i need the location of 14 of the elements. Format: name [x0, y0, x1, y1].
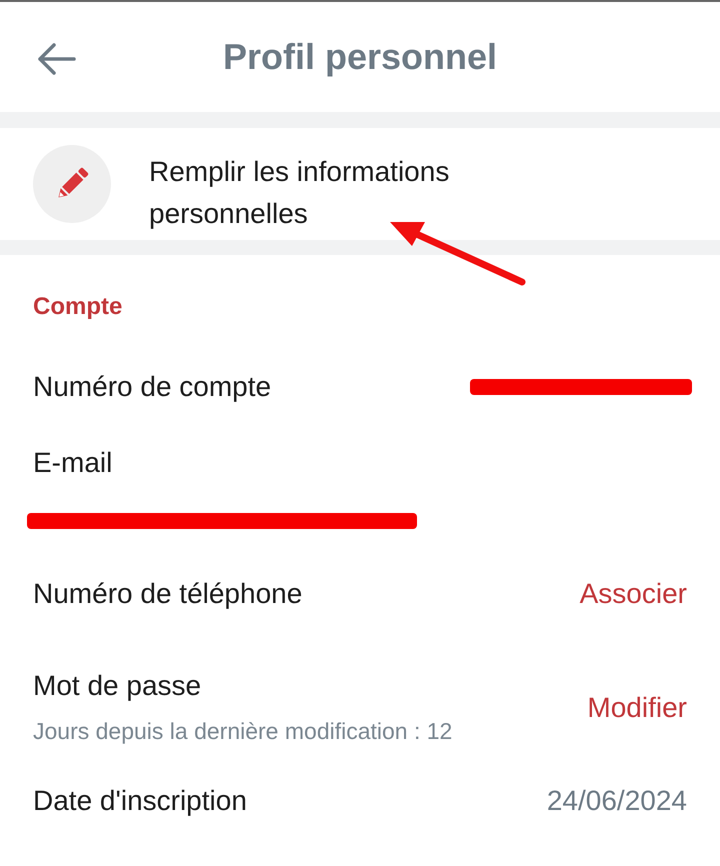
back-icon[interactable]	[36, 42, 76, 76]
action-link[interactable]: Modifier	[587, 692, 687, 724]
field-label: Numéro de téléphone	[33, 578, 302, 610]
field-value: 24/06/2024	[546, 785, 687, 817]
field-label: Date d'inscription	[33, 785, 247, 817]
page-title: Profil personnel	[222, 36, 498, 78]
field-note: Jours depuis la dernière modification : 12	[33, 718, 452, 745]
banner-text: Remplir les informations personnelles	[149, 155, 450, 231]
field-label: Mot de passe	[33, 670, 202, 702]
field-label: E-mail	[33, 447, 112, 479]
section-title: Compte	[33, 293, 124, 321]
field-label: Numéro de compte	[33, 371, 272, 403]
action-link[interactable]: Associer	[580, 578, 687, 610]
banner-item[interactable]: Remplir les informations personnelles	[0, 128, 720, 240]
